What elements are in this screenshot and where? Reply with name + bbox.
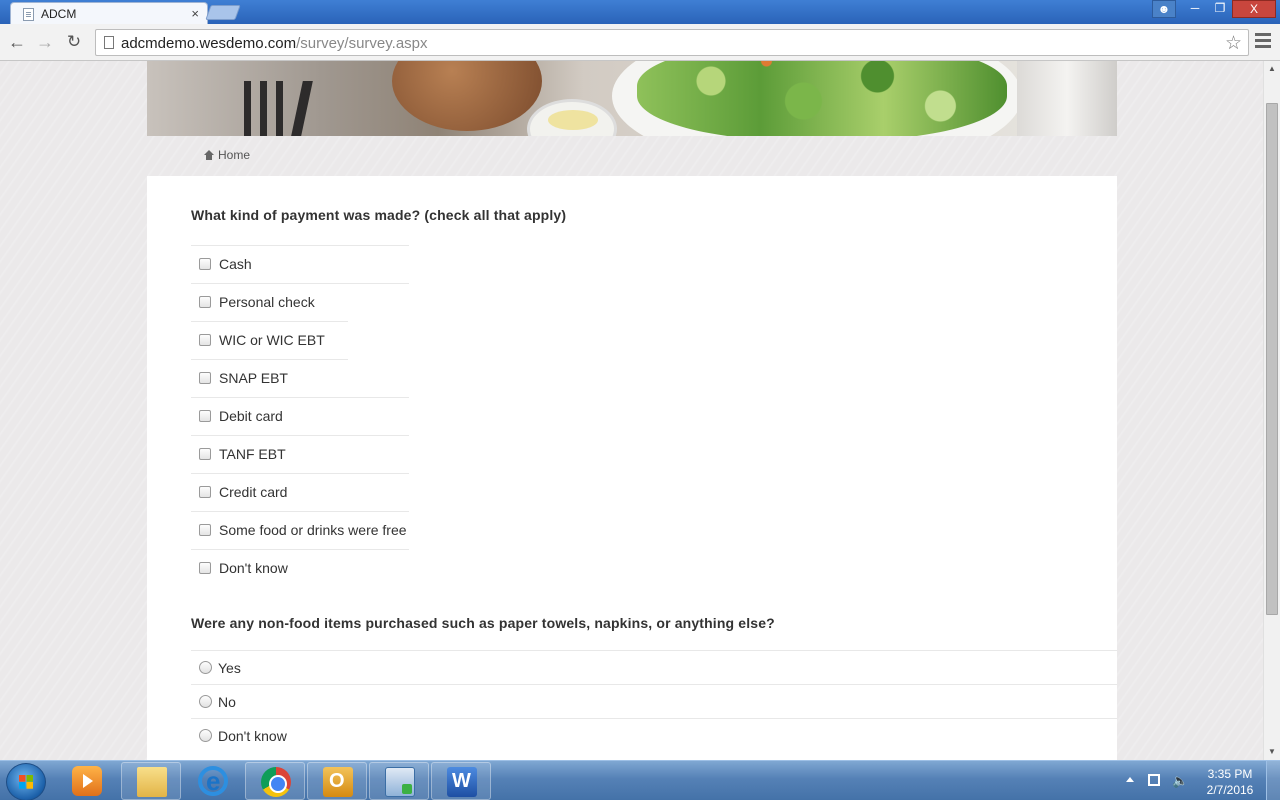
- radio-button[interactable]: [199, 729, 212, 742]
- url-path: /survey/survey.aspx: [296, 35, 428, 52]
- user-profile-icon[interactable]: ☻: [1152, 0, 1176, 18]
- radio-option-dont-know[interactable]: Don't know: [191, 718, 1117, 752]
- checkbox[interactable]: [199, 410, 211, 422]
- remote-desktop-icon: [385, 767, 415, 797]
- checkbox[interactable]: [199, 334, 211, 346]
- checkbox[interactable]: [199, 562, 211, 574]
- scrollbar-thumb[interactable]: [1266, 103, 1278, 615]
- chrome-menu-icon[interactable]: [1255, 33, 1271, 51]
- checkbox-option-credit-card[interactable]: Credit card: [191, 473, 409, 511]
- tab-close-icon[interactable]: ×: [191, 6, 199, 21]
- home-icon: [204, 150, 214, 160]
- start-button[interactable]: [6, 763, 46, 800]
- media-player-icon: [72, 766, 102, 796]
- checkbox-option-wic[interactable]: WIC or WIC EBT: [191, 321, 348, 359]
- taskbar-internet-explorer[interactable]: [183, 762, 243, 800]
- forward-arrow-icon[interactable]: →: [34, 32, 56, 52]
- radio-label: Don't know: [218, 728, 287, 744]
- clock[interactable]: 3:35 PM 2/7/2016: [1200, 766, 1260, 798]
- checkbox-option-cash[interactable]: Cash: [191, 245, 409, 283]
- checkbox-option-personal-check[interactable]: Personal check: [191, 283, 409, 321]
- radio-label: Yes: [218, 660, 241, 676]
- folder-icon: [137, 767, 167, 797]
- radio-button[interactable]: [199, 695, 212, 708]
- page-icon: [104, 36, 114, 49]
- taskbar-chrome[interactable]: [245, 762, 305, 800]
- checkbox[interactable]: [199, 448, 211, 460]
- taskbar-media-player[interactable]: [57, 762, 117, 800]
- checkbox[interactable]: [199, 486, 211, 498]
- page-viewport: Home What kind of payment was made? (che…: [0, 61, 1263, 760]
- checkbox-label: Credit card: [219, 484, 288, 500]
- volume-icon[interactable]: 🔈: [1172, 773, 1188, 789]
- radio-button[interactable]: [199, 661, 212, 674]
- page-favicon-icon: [23, 8, 34, 21]
- restore-button[interactable]: ❐: [1207, 0, 1233, 18]
- taskbar-explorer[interactable]: [121, 762, 181, 800]
- taskbar-word[interactable]: [431, 762, 491, 800]
- checkbox-option-snap-ebt[interactable]: SNAP EBT: [191, 359, 348, 397]
- checkbox-label: Debit card: [219, 408, 283, 424]
- tab-adcm[interactable]: ADCM ×: [10, 2, 208, 24]
- tab-title: ADCM: [41, 7, 77, 21]
- checkbox[interactable]: [199, 296, 211, 308]
- show-hidden-icons-icon[interactable]: [1126, 777, 1134, 782]
- checkbox-label: Don't know: [219, 560, 288, 576]
- question-payment-type: What kind of payment was made? (check al…: [191, 207, 567, 223]
- checkbox-option-tanf-ebt[interactable]: TANF EBT: [191, 435, 409, 473]
- show-desktop-button[interactable]: [1266, 761, 1280, 800]
- checkbox-label: Personal check: [219, 294, 315, 310]
- checkbox-label: SNAP EBT: [219, 370, 288, 386]
- back-arrow-icon[interactable]: ←: [6, 32, 28, 52]
- windows-taskbar: 🔈 3:35 PM 2/7/2016: [0, 760, 1280, 800]
- browser-titlebar: ADCM × ☻ ─ ❐ X: [0, 0, 1280, 24]
- question-non-food-items: Were any non-food items purchased such a…: [191, 615, 775, 631]
- network-icon[interactable]: [1148, 774, 1160, 786]
- taskbar-outlook[interactable]: [307, 762, 367, 800]
- window-close-button[interactable]: X: [1232, 0, 1276, 18]
- url-text[interactable]: adcmdemo.wesdemo.com/survey/survey.aspx: [121, 35, 428, 52]
- checkbox[interactable]: [199, 258, 211, 270]
- checkbox-label: Some food or drinks were free: [219, 522, 407, 538]
- scroll-down-arrow-icon[interactable]: ▼: [1264, 744, 1280, 760]
- radio-option-no[interactable]: No: [191, 684, 1117, 718]
- checkbox[interactable]: [199, 372, 211, 384]
- address-bar[interactable]: adcmdemo.wesdemo.com/survey/survey.aspx …: [95, 29, 1249, 56]
- page-scrollbar[interactable]: ▲ ▼: [1263, 61, 1280, 760]
- clock-date: 2/7/2016: [1206, 783, 1254, 797]
- word-icon: [447, 767, 477, 797]
- checkbox[interactable]: [199, 524, 211, 536]
- breadcrumb-home-link[interactable]: Home: [218, 148, 250, 162]
- checkbox-label: Cash: [219, 256, 252, 272]
- checkbox-option-debit-card[interactable]: Debit card: [191, 397, 409, 435]
- new-tab-button[interactable]: [205, 5, 241, 20]
- bookmark-star-icon[interactable]: ☆: [1225, 32, 1242, 55]
- survey-card: What kind of payment was made? (check al…: [147, 176, 1117, 760]
- reload-icon[interactable]: ↻: [63, 32, 85, 52]
- system-tray: 🔈 3:35 PM 2/7/2016: [1122, 761, 1280, 800]
- checkbox-label: WIC or WIC EBT: [219, 332, 325, 348]
- taskbar-remote-desktop[interactable]: [369, 762, 429, 800]
- checkbox-option-free-food[interactable]: Some food or drinks were free: [191, 511, 409, 549]
- checkbox-label: TANF EBT: [219, 446, 286, 462]
- minimize-button[interactable]: ─: [1182, 0, 1208, 18]
- header-banner-image: [147, 61, 1117, 136]
- browser-toolbar: ← → ↻ adcmdemo.wesdemo.com/survey/survey…: [0, 24, 1280, 61]
- outlook-icon: [323, 767, 353, 797]
- internet-explorer-icon: [198, 766, 228, 797]
- radio-label: No: [218, 694, 236, 710]
- url-host: adcmdemo.wesdemo.com: [121, 35, 297, 52]
- radio-option-yes[interactable]: Yes: [191, 650, 1117, 684]
- chrome-icon: [261, 767, 291, 797]
- checkbox-option-dont-know[interactable]: Don't know: [191, 549, 409, 587]
- clock-time: 3:35 PM: [1207, 767, 1253, 781]
- scroll-up-arrow-icon[interactable]: ▲: [1264, 61, 1280, 77]
- breadcrumb: Home: [204, 148, 250, 162]
